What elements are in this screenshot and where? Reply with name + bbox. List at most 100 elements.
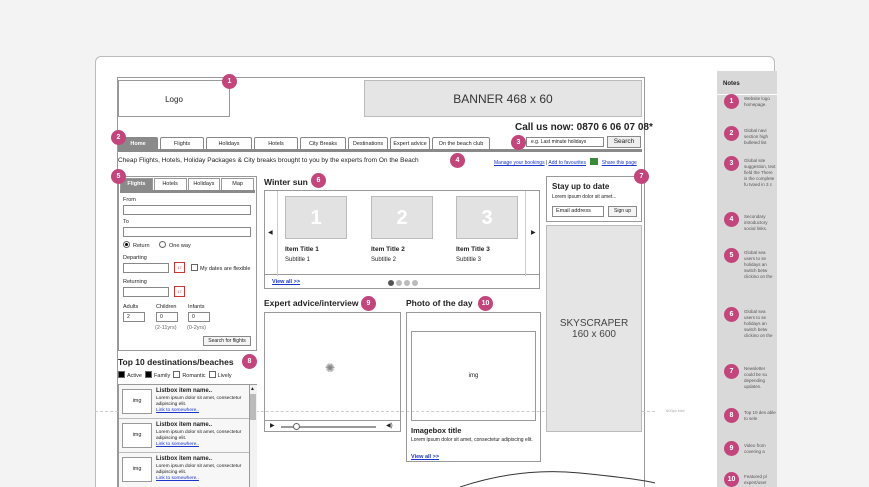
return-option[interactable]: Return [123,241,150,249]
departing-label: Departing [123,255,147,261]
nav-underline [118,149,642,152]
filter-lively-label: Lively [217,373,232,379]
skyscraper-label: SKYSCRAPER [559,318,629,329]
photo-image[interactable]: img [411,331,536,421]
newsletter-text: Lorem ipsum dolor sit amet... [552,194,617,200]
torn-page-edge [460,471,656,487]
list-item-link[interactable]: Link to somewhere.. [156,442,199,447]
search-tab-map[interactable]: Map [221,178,254,190]
one-way-option[interactable]: One way [159,241,191,249]
notes-title: Notes [723,81,740,87]
top10-listbox: ▲ img Listbox item name.. Lorem ipsum do… [118,384,257,487]
photo-view-all-link[interactable]: View all >> [411,454,439,460]
list-item[interactable]: img Listbox item name.. Lorem ipsum dolo… [119,453,249,487]
carousel-dot-1[interactable] [388,280,394,286]
list-item-link[interactable]: Link to somewhere.. [156,476,199,481]
note-text: Global sea users to se holidays an switc… [744,250,773,278]
note-text: Top 10 des able to sele [744,410,776,421]
filter-romantic-checkbox[interactable] [173,371,181,378]
carousel-dot-3[interactable] [404,280,410,286]
departing-calendar-icon[interactable]: 17 [174,262,185,273]
flexible-option[interactable]: My dates are flexible [191,264,250,272]
share-icon[interactable] [590,158,599,165]
note-marker: 9 [724,441,739,456]
marker-8: 8 [242,354,257,369]
carousel-dot-4[interactable] [412,280,418,286]
scrollbar-thumb[interactable] [250,394,256,420]
to-input[interactable] [123,227,251,237]
adults-select[interactable]: 2 [123,312,145,322]
return-radio[interactable] [123,241,130,248]
carousel-title-2[interactable]: Item Title 2 [371,246,405,253]
share-page-link[interactable]: Share this page [602,160,637,166]
volume-icon[interactable]: ◀) [386,422,393,429]
list-item[interactable]: img Listbox item name.. Lorem ipsum dolo… [119,419,249,453]
site-search-input[interactable]: e.g. Last minute holidays [526,137,604,147]
note-marker: 4 [724,212,739,227]
children-select[interactable]: 0 [156,312,178,322]
expert-advice-title: Expert advice/interview [264,298,359,308]
search-button[interactable]: Search [607,136,641,148]
search-flights-button[interactable]: Search for flights [203,336,251,346]
departing-input[interactable] [123,263,169,273]
winter-sun-title: Winter sun [264,177,308,187]
flexible-checkbox[interactable] [191,264,198,271]
returning-calendar-icon[interactable]: 17 [174,286,185,297]
adults-label: Adults [123,304,139,310]
play-icon[interactable]: ▶ [270,422,275,429]
filter-active-checkbox[interactable] [118,371,125,378]
skyscraper-ad[interactable]: SKYSCRAPER 160 x 600 [546,225,642,432]
sign-up-button[interactable]: Sign up [608,206,637,217]
carousel-subtitle-1: Subtitle 1 [285,257,311,263]
filter-lively-checkbox[interactable] [208,371,216,378]
note-marker: 6 [724,307,739,322]
one-way-label: One way [169,243,191,249]
carousel-dot-2[interactable] [396,280,402,286]
carousel-image-1[interactable]: 1 [285,196,347,239]
video-player[interactable]: ✺ ▶ ◀) [264,312,401,432]
marker-9: 9 [361,296,376,311]
infants-select[interactable]: 0 [188,312,210,322]
newsletter-email-input[interactable]: Email address [552,206,604,217]
list-item[interactable]: img Listbox item name.. Lorem ipsum dolo… [119,385,249,419]
note-marker: 3 [724,156,739,171]
note-marker: 1 [724,94,739,109]
marker-10: 10 [478,296,493,311]
carousel-title-1[interactable]: Item Title 1 [285,246,319,253]
returning-label: Returning [123,279,147,285]
video-scrubber-handle[interactable] [293,423,300,430]
note-text: Newsletter could be su depending updates… [744,366,768,389]
list-item-link[interactable]: Link to somewhere.. [156,408,199,413]
imagebox-text: Lorem ipsum dolor sit amet, consectetur … [411,437,533,443]
note-marker: 7 [724,364,739,379]
marker-3: 3 [511,135,526,150]
carousel-left-divider [277,191,278,276]
return-label: Return [133,243,150,249]
carousel-next-arrow-icon[interactable]: ▶ [531,229,536,236]
filter-family-checkbox[interactable] [145,371,153,378]
add-favourites-link[interactable]: Add to favourites [548,160,586,166]
infants-age-hint: (0-2yrs) [187,325,206,331]
search-tab-holidays[interactable]: Holidays [187,178,221,190]
carousel-title-3[interactable]: Item Title 3 [456,246,490,253]
carousel-image-3[interactable]: 3 [456,196,518,239]
infants-label: Infants [188,304,205,310]
carousel-prev-arrow-icon[interactable]: ◀ [268,229,273,236]
search-tab-hotels[interactable]: Hotels [153,178,187,190]
marker-5: 5 [111,169,126,184]
note-text: Global sea users to se holidays an switc… [744,309,773,337]
carousel-subtitle-2: Subtitle 2 [371,257,397,263]
carousel-image-2[interactable]: 2 [371,196,433,239]
list-item-image: img [122,389,152,414]
from-input[interactable] [123,205,251,215]
top10-title: Top 10 destinations/beaches [118,357,234,367]
returning-input[interactable] [123,287,169,297]
logo[interactable]: Logo [118,80,230,117]
scroll-up-icon[interactable]: ▲ [250,386,255,392]
winter-view-all-link[interactable]: View all >> [272,279,300,285]
banner-ad[interactable]: BANNER 468 x 60 [364,80,642,117]
list-item-title: Listbox item name.. [156,388,213,394]
tagline: Cheap Flights, Hotels, Holiday Packages … [118,157,419,164]
manage-bookings-link[interactable]: Manage your bookings [494,160,545,166]
one-way-radio[interactable] [159,241,166,248]
